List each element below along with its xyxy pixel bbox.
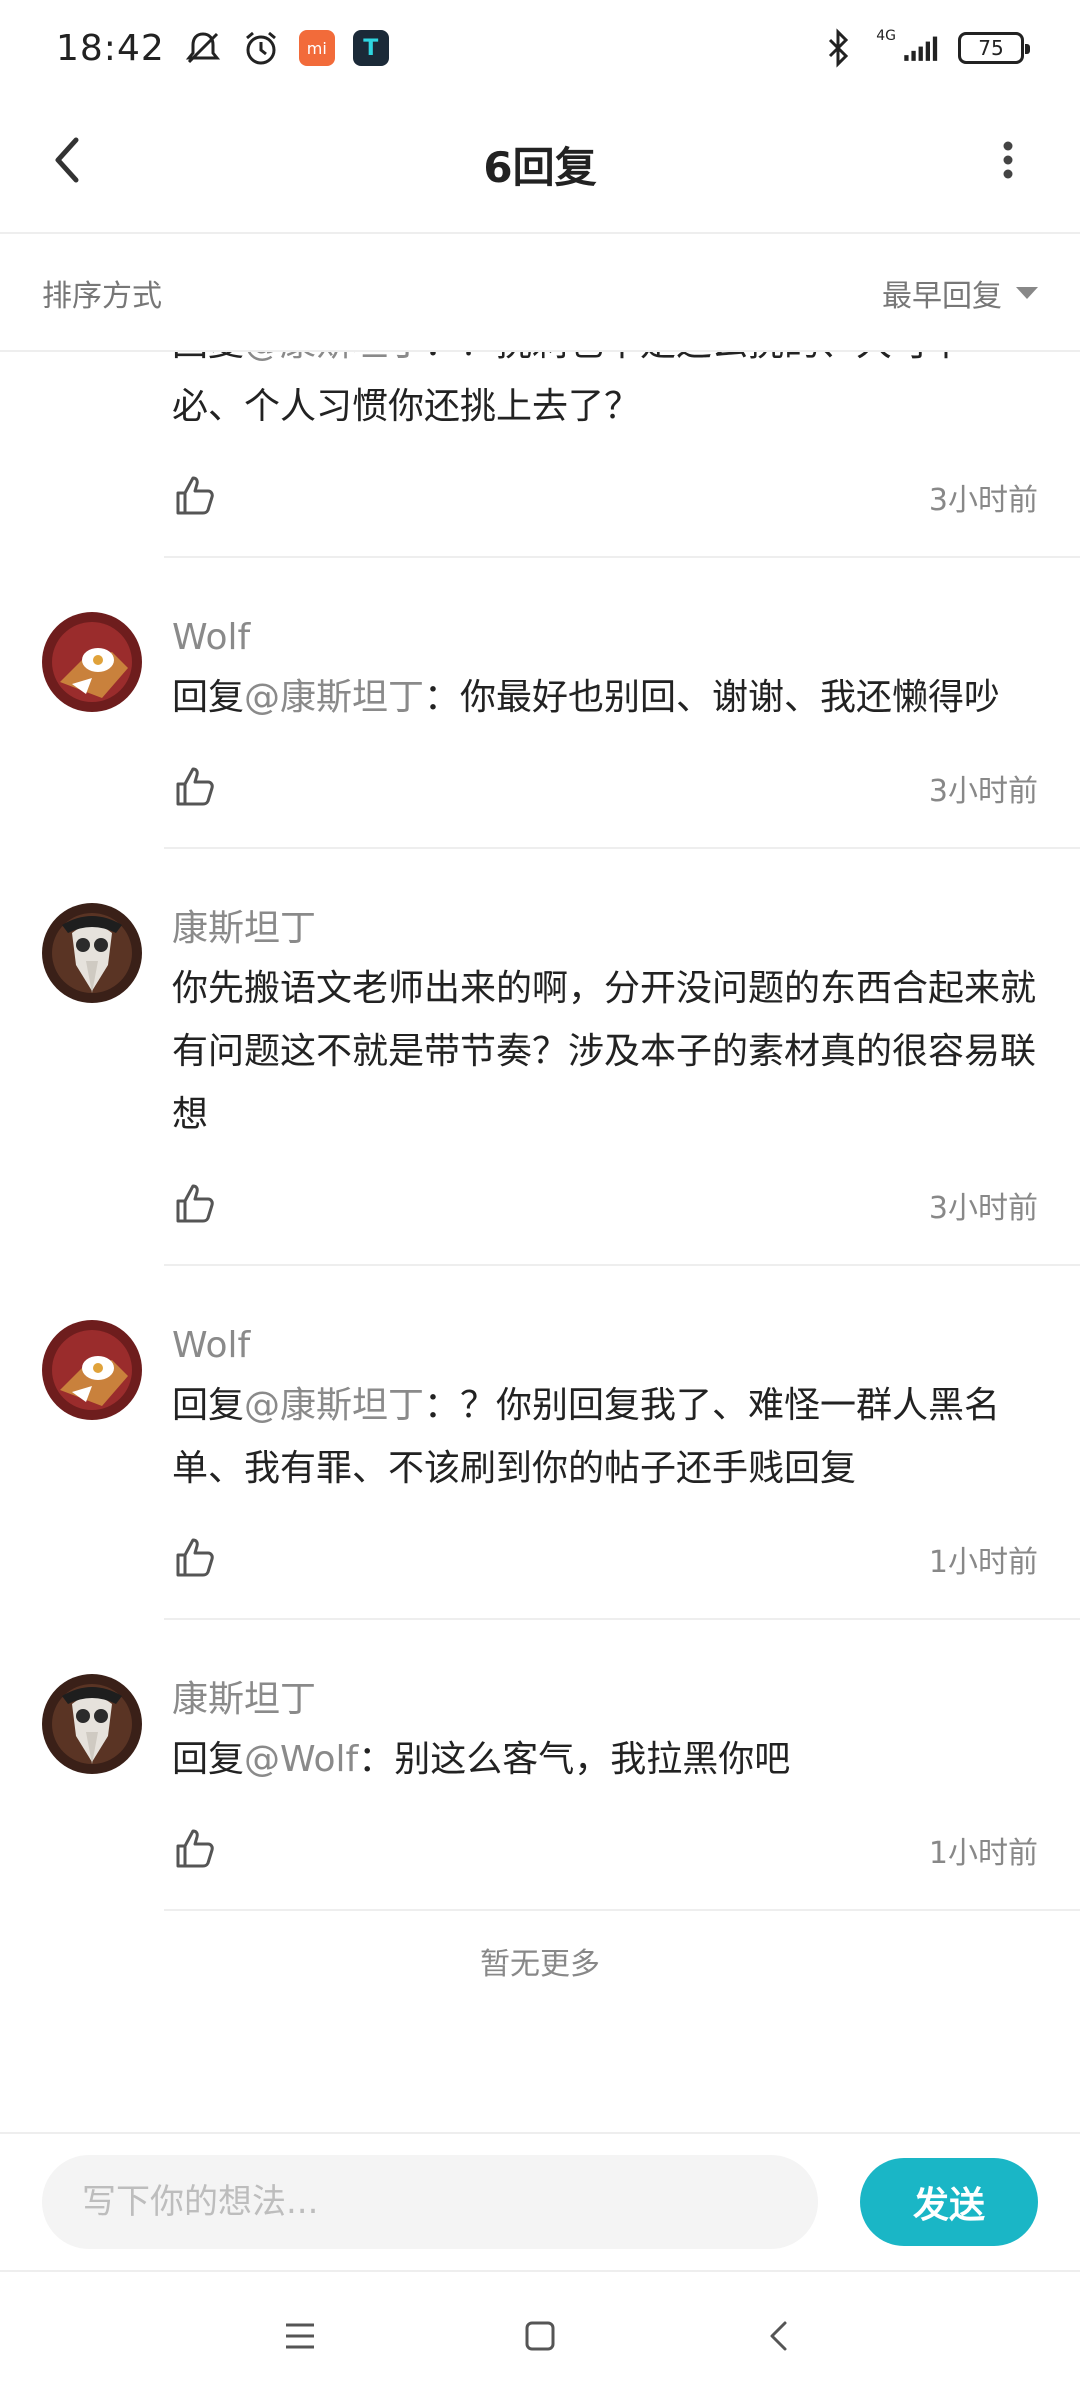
thumbs-up-icon[interactable] — [172, 764, 216, 812]
sort-bar: 排序方式 最早回复 — [0, 236, 1080, 352]
more-options-button[interactable] — [976, 128, 1040, 192]
reply-text: 回复@康斯坦丁：？你别回复我了、难怪一群人黑名单、我有罪、不该刷到你的帖子还手贱… — [172, 1385, 1001, 1489]
signal-icon — [900, 28, 940, 68]
reply-time: 3小时前 — [928, 1191, 1038, 1226]
page-title: 6回复 — [483, 142, 597, 192]
reply-author[interactable]: 康斯坦丁 — [172, 1672, 1038, 1728]
recent-apps-button[interactable] — [260, 2296, 340, 2376]
comment-input[interactable] — [42, 2155, 818, 2249]
mute-notification-icon — [183, 28, 223, 68]
reply-item: Wolf 回复@康斯坦丁：你最好也别回、谢谢、我还懒得吵 3小时前 — [0, 558, 1080, 847]
reply-author[interactable]: 康斯坦丁 — [172, 901, 1038, 957]
reply-meta: 3小时前 — [172, 729, 1038, 847]
avatar[interactable] — [42, 1674, 142, 1774]
network-type: 4G — [876, 28, 896, 44]
reply-time: 3小时前 — [928, 483, 1038, 518]
reply-meta: 3小时前 — [172, 1146, 1038, 1264]
reply-author[interactable]: Wolf — [172, 1318, 1038, 1374]
thumbs-up-icon[interactable] — [172, 1181, 216, 1229]
reply-time: 1小时前 — [928, 1836, 1038, 1871]
reply-item: Wolf 回复@康斯坦丁：？你别回复我了、难怪一群人黑名单、我有罪、不该刷到你的… — [0, 1266, 1080, 1618]
reply-meta: 3小时前 — [172, 438, 1038, 556]
reply-item: 康斯坦丁 你先搬语文老师出来的啊，分开没问题的东西合起来就有问题这不就是带节奏？… — [0, 849, 1080, 1264]
reply-text: 回复@康斯坦丁：你最好也别回、谢谢、我还懒得吵 — [172, 677, 1001, 718]
bluetooth-icon — [818, 28, 858, 68]
more-vertical-icon — [1003, 141, 1013, 179]
reply-text: 回复@Wolf：别这么客气，我拉黑你吧 — [172, 1739, 791, 1780]
reply-text: 回复@康斯坦丁：？挑刺也不是这么挑的、大可不 必、个人习惯你还挑上去了？ — [172, 352, 964, 427]
back-button[interactable] — [36, 128, 100, 192]
reply-text: 你先搬语文老师出来的啊，分开没问题的东西合起来就有问题这不就是带节奏？涉及本子的… — [172, 968, 1037, 1135]
battery-indicator: 75 — [958, 32, 1030, 64]
reply-meta: 1小时前 — [172, 1500, 1038, 1618]
reply-author[interactable]: Wolf — [172, 610, 1038, 666]
reply-item: 回复@康斯坦丁：？挑刺也不是这么挑的、大可不 必、个人习惯你还挑上去了？ 3小时… — [0, 352, 1080, 556]
thumbs-up-icon[interactable] — [172, 1535, 216, 1583]
comment-composer: 发送 — [0, 2132, 1080, 2270]
app-notification-icon: T — [352, 30, 389, 66]
chevron-left-icon — [55, 137, 79, 183]
square-icon — [525, 2321, 555, 2351]
chevron-left-icon — [770, 2321, 787, 2351]
mi-store-icon: mi — [298, 30, 335, 66]
header: 6回复 — [0, 96, 1080, 234]
system-back-button[interactable] — [740, 2296, 820, 2376]
sort-label: 排序方式 — [42, 279, 162, 314]
reply-list[interactable]: 回复@康斯坦丁：？挑刺也不是这么挑的、大可不 必、个人习惯你还挑上去了？ 3小时… — [0, 352, 1080, 2132]
alarm-icon — [241, 28, 281, 68]
reply-item: 康斯坦丁 回复@Wolf：别这么客气，我拉黑你吧 1小时前 — [0, 1620, 1080, 1909]
status-bar: 18:42 mi T 4G 75 — [0, 0, 1080, 96]
sort-value-label: 最早回复 — [882, 279, 1002, 314]
system-nav-bar — [0, 2270, 1080, 2400]
sort-dropdown[interactable]: 最早回复 — [882, 271, 1038, 315]
send-button[interactable]: 发送 — [860, 2158, 1038, 2246]
status-time: 18:42 — [56, 27, 165, 69]
avatar[interactable] — [42, 903, 142, 1003]
menu-icon — [286, 2323, 314, 2349]
caret-down-icon — [1016, 287, 1038, 299]
reply-time: 3小时前 — [928, 774, 1038, 809]
home-button[interactable] — [500, 2296, 580, 2376]
no-more-label: 暂无更多 — [480, 1947, 600, 1982]
thumbs-up-icon[interactable] — [172, 1826, 216, 1874]
avatar[interactable] — [42, 1320, 142, 1420]
reply-meta: 1小时前 — [172, 1791, 1038, 1909]
reply-time: 1小时前 — [928, 1545, 1038, 1580]
avatar[interactable] — [42, 612, 142, 712]
thumbs-up-icon[interactable] — [172, 473, 216, 521]
